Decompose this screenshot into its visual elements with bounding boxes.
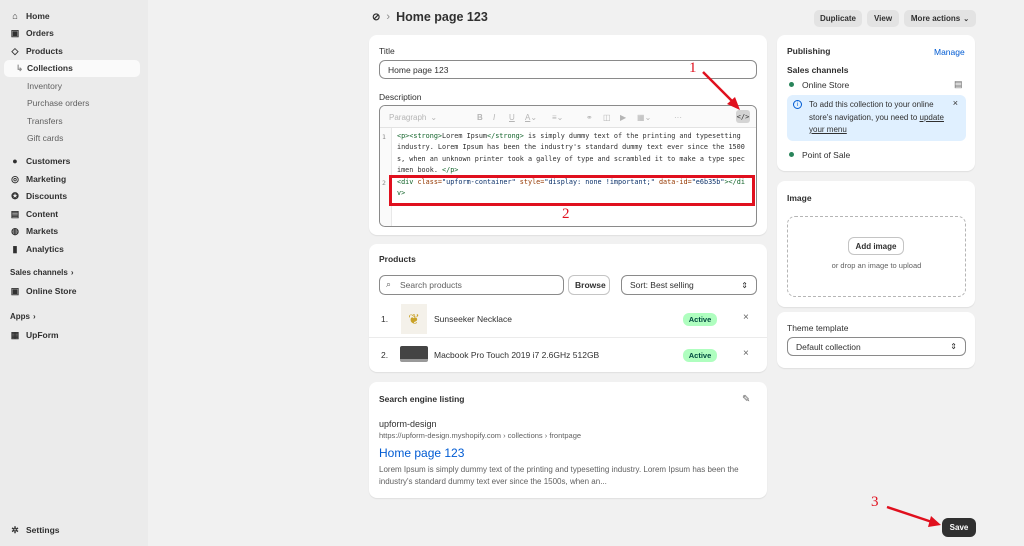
row-index: 2. xyxy=(381,350,389,360)
status-badge: Active xyxy=(683,313,717,326)
seo-heading: Search engine listing xyxy=(379,394,465,404)
info-text: To add this collection to your online st… xyxy=(809,99,949,137)
status-dot xyxy=(789,82,794,87)
row-index: 1. xyxy=(381,314,389,324)
navigation-info-banner: i To add this collection to your online … xyxy=(787,95,966,141)
browse-button[interactable]: Browse xyxy=(568,275,610,295)
product-name: Macbook Pro Touch 2019 i7 2.6GHz 512GB xyxy=(434,350,600,360)
select-value: Default collection xyxy=(796,341,861,352)
pencil-icon[interactable]: ✎ xyxy=(742,394,750,405)
remove-icon[interactable]: × xyxy=(743,312,749,323)
seo-site-name: upform-design xyxy=(379,419,437,429)
button-label: Add image xyxy=(855,241,897,251)
products-heading: Products xyxy=(379,254,416,264)
sales-channels-label: Sales channels xyxy=(787,65,849,75)
image-dropzone[interactable] xyxy=(787,216,966,297)
theme-template-select[interactable]: Default collection ⇕ xyxy=(787,337,966,356)
necklace-thumbnail: ❦ xyxy=(401,304,427,334)
online-store-channel: Online Store xyxy=(802,80,850,90)
button-label: Save xyxy=(949,523,969,532)
status-dot xyxy=(789,152,794,157)
product-row[interactable]: 1. ❦ Sunseeker Necklace Active × xyxy=(369,301,767,337)
drop-image-hint: or drop an image to upload xyxy=(831,261,922,270)
status-badge: Active xyxy=(683,349,717,362)
remove-icon[interactable]: × xyxy=(743,348,749,359)
close-icon[interactable]: × xyxy=(953,98,958,108)
image-heading: Image xyxy=(787,193,812,203)
button-label: Browse xyxy=(575,280,606,290)
product-row[interactable]: 2. Macbook Pro Touch 2019 i7 2.6GHz 512G… xyxy=(369,337,767,373)
select-arrows-icon: ⇕ xyxy=(741,280,748,290)
info-icon: i xyxy=(793,100,802,109)
product-search-input[interactable]: ⌕ Search products xyxy=(379,275,564,295)
search-icon: ⌕ xyxy=(386,279,392,289)
calendar-icon[interactable]: ▤ xyxy=(954,79,963,90)
pos-channel: Point of Sale xyxy=(802,150,851,160)
save-button[interactable]: Save xyxy=(942,518,976,537)
arrow-1 xyxy=(702,71,735,104)
laptop-thumbnail xyxy=(400,346,428,362)
arrow-3-head xyxy=(928,516,941,527)
publishing-heading: Publishing xyxy=(787,46,831,56)
seo-title: Home page 123 xyxy=(379,446,465,460)
sort-select[interactable]: Sort: Best selling ⇕ xyxy=(621,275,757,295)
seo-description: Lorem Ipsum is simply dummy text of the … xyxy=(379,465,739,486)
product-name: Sunseeker Necklace xyxy=(434,314,512,324)
select-arrows-icon: ⇕ xyxy=(950,342,957,351)
manage-link[interactable]: Manage xyxy=(934,47,965,57)
add-image-button[interactable]: Add image xyxy=(848,237,904,255)
seo-url: https://upform-design.myshopify.com › co… xyxy=(379,431,582,440)
info-text-body: To add this collection to your online st… xyxy=(809,100,934,122)
sort-value: Sort: Best selling xyxy=(630,280,694,290)
arrow-3 xyxy=(886,505,933,524)
theme-template-label: Theme template xyxy=(787,323,849,333)
search-placeholder: Search products xyxy=(400,280,462,290)
